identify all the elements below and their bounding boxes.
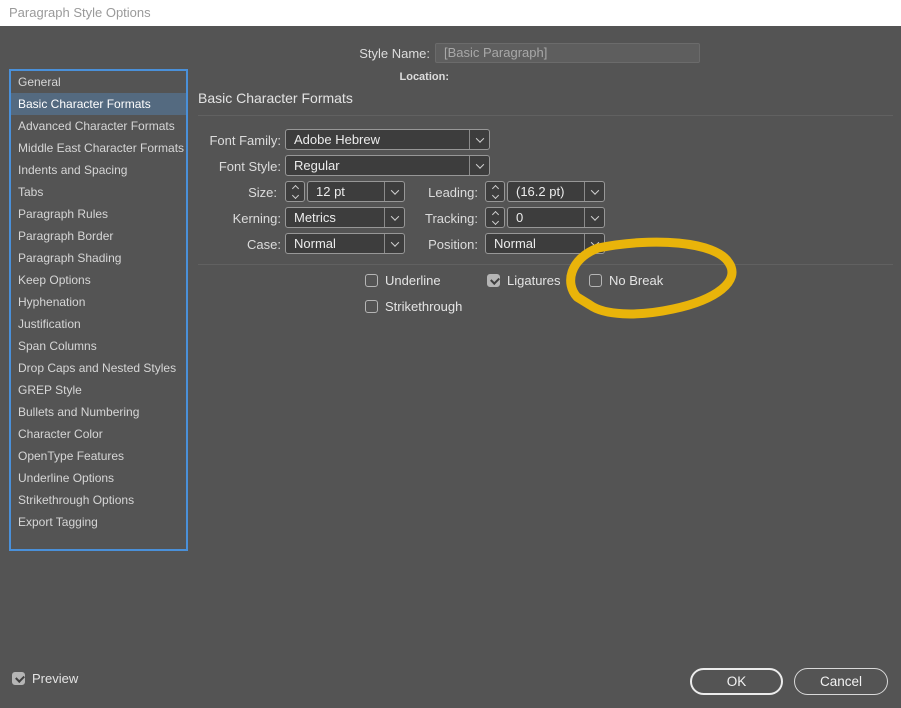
section-divider [198, 115, 893, 116]
no-break-checkbox[interactable] [589, 274, 602, 287]
ligatures-checkbox-label: Ligatures [507, 273, 561, 288]
case-label: Case: [247, 237, 281, 252]
tracking-label: Tracking: [425, 211, 478, 226]
location-label: Location: [399, 71, 450, 83]
leading-label: Leading: [428, 185, 478, 200]
font-style-value: Regular [294, 158, 340, 173]
font-style-dropdown[interactable]: Regular [285, 155, 490, 176]
no-break-checkbox-row[interactable]: No Break [589, 273, 663, 288]
chevron-down-icon[interactable] [584, 182, 604, 201]
ligatures-checkbox-row[interactable]: Ligatures [487, 273, 560, 288]
chevron-down-icon[interactable] [469, 156, 489, 175]
position-dropdown[interactable]: Normal [485, 233, 605, 254]
spinner-down-icon[interactable] [491, 191, 499, 199]
sidebar-item-drop-caps-and-nested-styles[interactable]: Drop Caps and Nested Styles [11, 357, 186, 379]
no-break-checkbox-label: No Break [609, 273, 664, 288]
leading-value: (16.2 pt) [516, 184, 565, 199]
dialog-titlebar: Paragraph Style Options [0, 0, 901, 26]
strikethrough-checkbox-label: Strikethrough [385, 299, 463, 314]
style-name-label: Style Name: [359, 46, 430, 61]
preview-checkbox[interactable] [12, 672, 25, 685]
spinner-down-icon[interactable] [291, 191, 299, 199]
ok-button[interactable]: OK [690, 668, 783, 695]
strikethrough-checkbox-row[interactable]: Strikethrough [365, 299, 462, 314]
cancel-button[interactable]: Cancel [794, 668, 888, 695]
preview-checkbox-label: Preview [32, 671, 79, 686]
underline-checkbox-label: Underline [385, 273, 441, 288]
dialog-title: Paragraph Style Options [9, 5, 151, 20]
section-title: Basic Character Formats [198, 90, 353, 106]
chevron-down-icon[interactable] [584, 234, 604, 253]
preview-checkbox-row[interactable]: Preview [12, 671, 78, 686]
underline-checkbox-row[interactable]: Underline [365, 273, 441, 288]
tracking-value: 0 [516, 210, 524, 225]
chevron-down-icon[interactable] [469, 130, 489, 149]
leading-stepper[interactable] [485, 181, 505, 202]
sidebar-item-character-color[interactable]: Character Color [11, 423, 186, 445]
sidebar-item-bullets-and-numbering[interactable]: Bullets and Numbering [11, 401, 186, 423]
spinner-down-icon[interactable] [491, 217, 499, 225]
strikethrough-checkbox[interactable] [365, 300, 378, 313]
size-label: Size: [248, 185, 277, 200]
leading-combobox[interactable]: (16.2 pt) [507, 181, 605, 202]
dialog-body: General Basic Character Formats Advanced… [0, 26, 901, 708]
position-label: Position: [428, 237, 478, 252]
sidebar-item-keep-options[interactable]: Keep Options [11, 269, 186, 291]
sidebar-item-export-tagging[interactable]: Export Tagging [11, 511, 186, 533]
style-name-field[interactable]: [Basic Paragraph] [435, 43, 700, 63]
chevron-down-icon[interactable] [584, 208, 604, 227]
sidebar-item-opentype-features[interactable]: OpenType Features [11, 445, 186, 467]
sidebar-item-span-columns[interactable]: Span Columns [11, 335, 186, 357]
font-family-label: Font Family: [209, 133, 281, 148]
sidebar-item-hyphenation[interactable]: Hyphenation [11, 291, 186, 313]
sidebar-item-grep-style[interactable]: GREP Style [11, 379, 186, 401]
ligatures-checkbox[interactable] [487, 274, 500, 287]
tracking-stepper[interactable] [485, 207, 505, 228]
sidebar-item-strikethrough-options[interactable]: Strikethrough Options [11, 489, 186, 511]
position-value: Normal [494, 236, 536, 251]
font-family-value: Adobe Hebrew [294, 132, 380, 147]
sidebar-item-underline-options[interactable]: Underline Options [11, 467, 186, 489]
sidebar-item-basic-character-formats[interactable]: Basic Character Formats [11, 93, 186, 115]
kerning-label: Kerning: [232, 211, 281, 226]
tracking-combobox[interactable]: 0 [507, 207, 605, 228]
font-family-dropdown[interactable]: Adobe Hebrew [285, 129, 490, 150]
font-style-label: Font Style: [218, 159, 281, 174]
underline-checkbox[interactable] [365, 274, 378, 287]
sidebar-item-justification[interactable]: Justification [11, 313, 186, 335]
checkbox-section-divider [198, 264, 893, 265]
